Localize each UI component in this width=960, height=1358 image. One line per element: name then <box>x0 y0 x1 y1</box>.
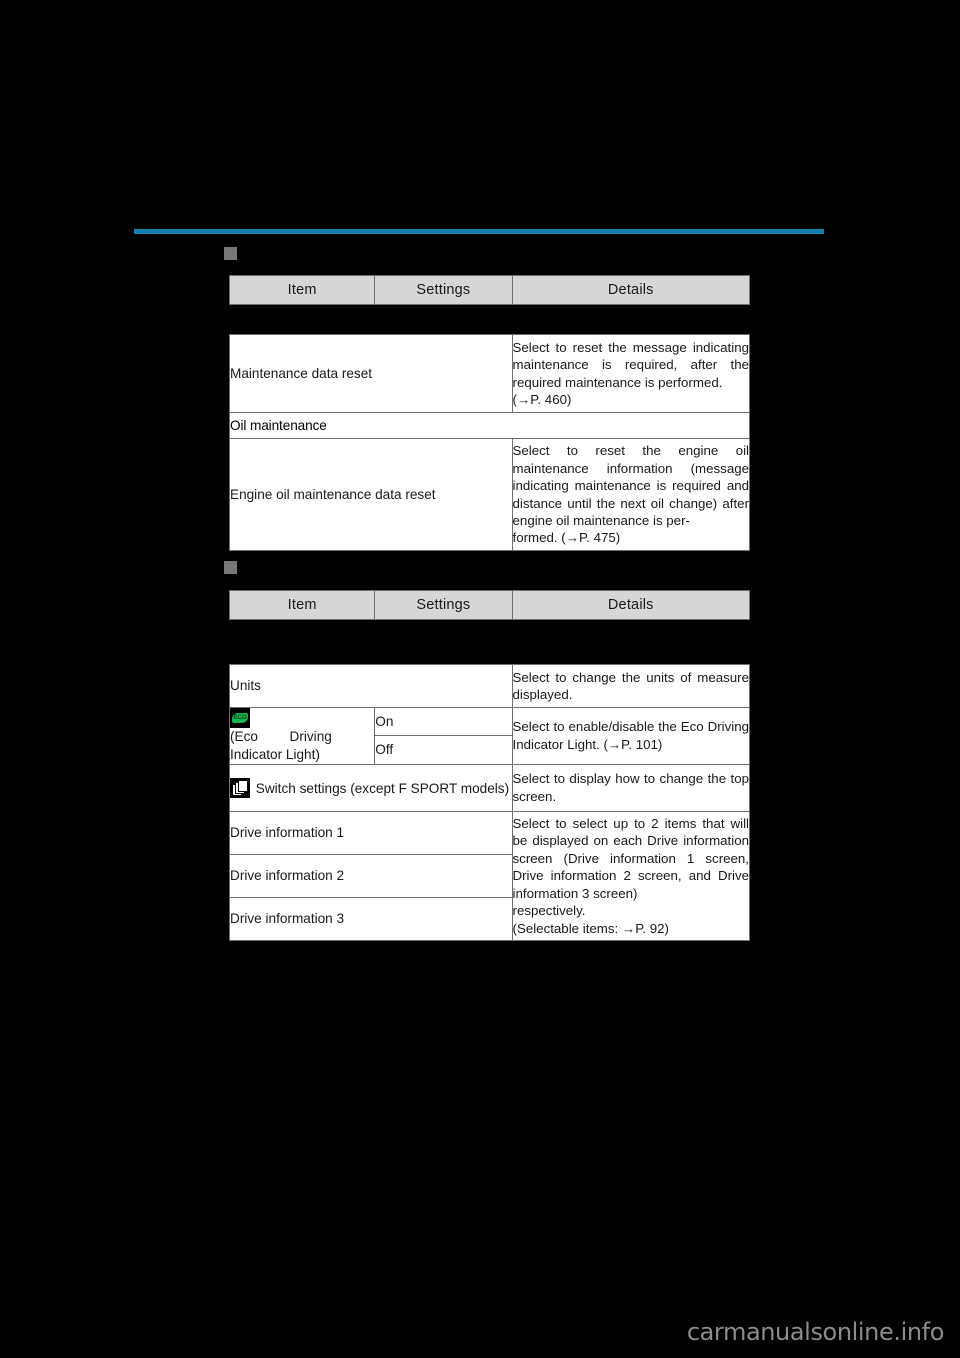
section-2-column-header-table: Item Settings Details <box>228 590 751 620</box>
table-row: Maintenance data reset Select to reset t… <box>229 334 751 413</box>
details-text: Select to reset the engine oil maintenan… <box>512 443 749 528</box>
drive-details-line2: respectively. <box>512 903 586 919</box>
row-details-switch-settings: Select to display how to change the top … <box>511 763 751 812</box>
eco-item-text-part1: (Eco <box>230 729 258 744</box>
table-row: Switch settings (except F SPORT models) … <box>229 763 751 812</box>
row-details-engine-oil-maintenance-data-reset: Select to reset the engine oil maintenan… <box>511 438 751 551</box>
eco-indicator-icon: ECO <box>230 708 250 728</box>
table-row: ECO (Eco Driving Indicator Light) On Sel… <box>228 706 751 765</box>
section-marker-1 <box>224 247 237 260</box>
row-group-oil-maintenance: Oil maintenance <box>229 412 750 439</box>
details-page-ref: (→P. 460) <box>512 391 572 407</box>
site-watermark: carmanualsonline.info <box>686 1318 945 1346</box>
manual-page: Item Settings Details Maintenance data r… <box>0 0 960 1358</box>
column-header-details: Details <box>511 275 751 305</box>
section-2-body-table: Units Select to change the units of meas… <box>228 664 751 941</box>
section-1-body-table: Maintenance data reset Select to reset t… <box>229 334 751 551</box>
row-item-units: Units <box>229 664 513 708</box>
table-row: Drive information 1 Select to select up … <box>229 810 751 941</box>
row-item-eco-driving-indicator-light: ECO (Eco Driving Indicator Light) <box>228 707 376 765</box>
eco-item-text-part3: Indicator Light) <box>230 746 320 762</box>
table-header-row: Item Settings Details <box>228 590 751 620</box>
row-details-drive-information: Select to select up to 2 items that will… <box>511 810 751 941</box>
table-header-row: Item Settings Details <box>228 275 751 305</box>
switch-settings-text: Switch settings (except F SPORT models) <box>255 780 510 796</box>
drive-details-line3: (Selectable items: →P. 92) <box>512 920 669 936</box>
details-page-ref: formed. (→P. 475) <box>512 530 621 546</box>
row-setting-eco-on[interactable]: On <box>374 706 513 737</box>
column-header-item: Item <box>228 590 376 620</box>
section-1-column-header-table: Item Settings Details <box>228 275 751 305</box>
header-accent-rule <box>134 229 824 234</box>
row-details-eco-driving-indicator-light: Select to enable/disable the Eco Driving… <box>511 707 751 765</box>
column-header-settings: Settings <box>374 275 513 305</box>
row-item-maintenance-data-reset: Maintenance data reset <box>229 334 513 413</box>
switch-settings-icon <box>230 777 250 798</box>
table-row: Engine oil maintenance data reset Select… <box>229 438 751 551</box>
drive-details-text: Select to select up to 2 items that will… <box>512 815 749 901</box>
column-header-settings: Settings <box>374 590 513 620</box>
row-details-units: Select to change the units of measure di… <box>511 664 751 708</box>
row-item-engine-oil-maintenance-data-reset: Engine oil maintenance data reset <box>229 438 513 551</box>
table-row: Units Select to change the units of meas… <box>229 664 751 708</box>
row-setting-eco-off[interactable]: Off <box>374 735 513 765</box>
eco-icon-label: ECO <box>233 714 247 721</box>
eco-item-text-part2: Driving <box>289 729 332 744</box>
table-row-group-heading: Oil maintenance <box>229 412 750 439</box>
row-details-maintenance-data-reset: Select to reset the message indicating m… <box>511 334 751 413</box>
row-item-drive-information-1: Drive information 1 <box>229 810 513 855</box>
row-item-switch-settings: Switch settings (except F SPORT models) <box>229 763 513 812</box>
row-item-drive-information-3: Drive information 3 <box>229 896 513 941</box>
details-text: Select to reset the message indicating m… <box>512 339 749 390</box>
row-item-drive-information-2: Drive information 2 <box>229 853 513 898</box>
column-header-details: Details <box>511 590 751 620</box>
column-header-item: Item <box>228 275 376 305</box>
section-marker-2 <box>224 561 237 574</box>
